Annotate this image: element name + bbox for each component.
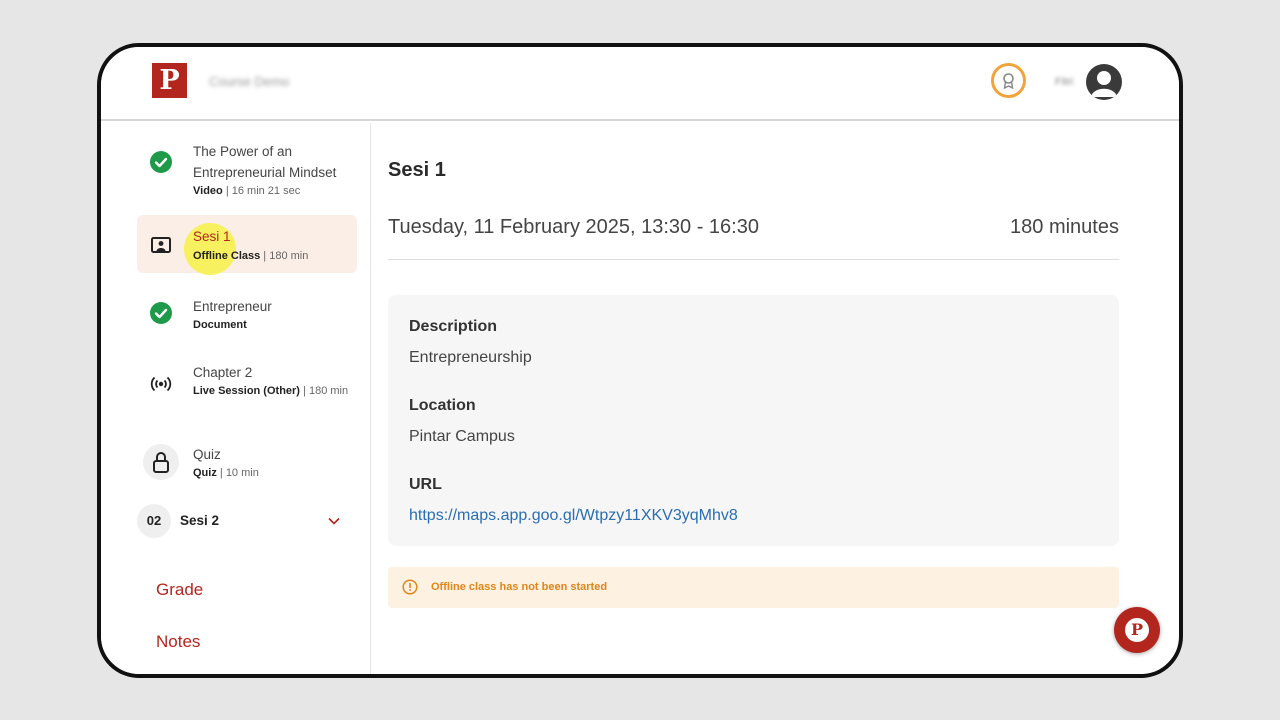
broadcast-icon	[150, 373, 172, 395]
brand-logo[interactable]: P	[152, 63, 187, 98]
top-bar: P Course Demo Fitri	[101, 47, 1179, 121]
location-value: Pintar Campus	[409, 428, 515, 445]
status-notice: Offline class has not been started	[388, 567, 1119, 608]
app-window: P Course Demo Fitri The Power of an Entr…	[97, 43, 1183, 678]
lesson-item-text: Sesi 1 Offline Class | 180 min	[137, 215, 357, 273]
lesson-meta: Document	[193, 319, 247, 331]
help-chat-button[interactable]: P	[1114, 607, 1160, 653]
page-title: Sesi 1	[388, 159, 446, 181]
lesson-title: Sesi 1	[193, 229, 231, 244]
lesson-sidebar: The Power of an Entrepreneurial Mindset …	[101, 123, 371, 674]
user-name[interactable]: Fitri	[1055, 76, 1073, 88]
notice-text: Offline class has not been started	[431, 581, 608, 593]
session-datetime: Tuesday, 11 February 2025, 13:30 - 16:30	[388, 216, 759, 238]
lesson-item[interactable]: Chapter 2 Live Session (Other) | 180 min	[137, 359, 357, 419]
lesson-item[interactable]: Quiz Quiz | 10 min	[137, 439, 357, 489]
check-icon	[150, 302, 172, 324]
session-duration: 180 minutes	[1010, 216, 1119, 238]
course-name: Course Demo	[209, 74, 290, 89]
lesson-meta: Live Session (Other) | 180 min	[193, 385, 349, 397]
lesson-item[interactable]: The Power of an Entrepreneurial Mindset …	[137, 141, 357, 201]
lesson-meta: Video | 16 min 21 sec	[193, 185, 301, 197]
achievement-badge-icon[interactable]	[991, 63, 1026, 98]
session-detail: Sesi 1 Tuesday, 11 February 2025, 13:30 …	[373, 123, 1179, 674]
description-label: Description	[409, 318, 498, 335]
section-header-sesi-2[interactable]: 02 Sesi 2	[137, 504, 357, 538]
lesson-meta: Quiz | 10 min	[193, 467, 259, 479]
grade-link[interactable]: Grade	[156, 580, 203, 600]
info-icon	[402, 579, 418, 600]
lesson-meta: Offline Class | 180 min	[193, 250, 309, 262]
notes-link[interactable]: Notes	[156, 632, 200, 652]
location-url-link[interactable]: https://maps.app.goo.gl/Wtpzy11XKV3yqMhv…	[409, 507, 738, 525]
lesson-title: Chapter 2	[193, 365, 253, 380]
section-label: Sesi 2	[180, 513, 220, 528]
brand-chat-icon: P	[1125, 618, 1149, 642]
lesson-title: Entrepreneur	[193, 299, 272, 314]
lesson-item[interactable]: Entrepreneur Document	[137, 293, 357, 337]
url-label: URL	[409, 476, 442, 493]
description-value: Entrepreneurship	[409, 349, 532, 366]
lesson-title: The Power of an Entrepreneurial Mindset	[193, 144, 337, 180]
location-label: Location	[409, 397, 476, 414]
section-number: 02	[137, 504, 171, 538]
session-info-card: Description Entrepreneurship Location Pi…	[388, 295, 1119, 546]
lock-icon	[143, 444, 179, 480]
chevron-down-icon[interactable]	[327, 514, 341, 533]
divider	[388, 259, 1119, 260]
avatar[interactable]	[1086, 64, 1122, 100]
check-icon	[150, 151, 172, 173]
lesson-title: Quiz	[193, 447, 221, 462]
